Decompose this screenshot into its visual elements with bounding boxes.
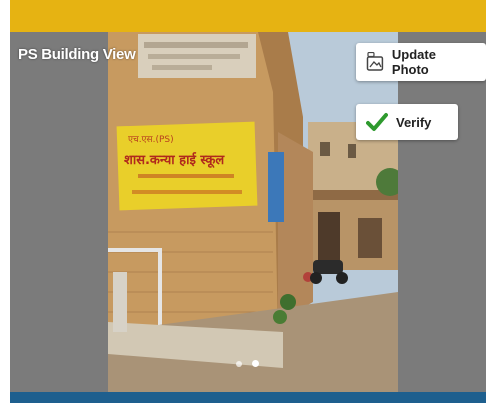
footer-bar [10, 392, 486, 403]
building-photo-image: एच.एस.(PS) शास.कन्या हाई स्कूल [108, 32, 398, 392]
header-bar [10, 0, 486, 32]
building-photo[interactable]: एच.एस.(PS) शास.कन्या हाई स्कूल [108, 32, 398, 392]
school-sign-text: शास.कन्या हाई स्कूल [124, 152, 225, 168]
verify-label: Verify [396, 114, 432, 130]
photo-panel: एच.एस.(PS) शास.कन्या हाई स्कूल PS Buildi… [10, 32, 486, 392]
update-photo-label: Update Photo [391, 47, 436, 77]
carousel-dot[interactable] [236, 361, 242, 367]
image-upload-icon [366, 52, 384, 71]
svg-text:एच.एस.(PS): एच.एस.(PS) [128, 135, 174, 145]
verify-button[interactable]: Verify [356, 104, 458, 140]
photo-caption: PS Building View [18, 46, 136, 63]
checkmark-icon [366, 113, 388, 131]
update-photo-button[interactable]: Update Photo [356, 43, 486, 81]
carousel-dot-active[interactable] [252, 360, 259, 367]
carousel-indicator [236, 360, 259, 367]
